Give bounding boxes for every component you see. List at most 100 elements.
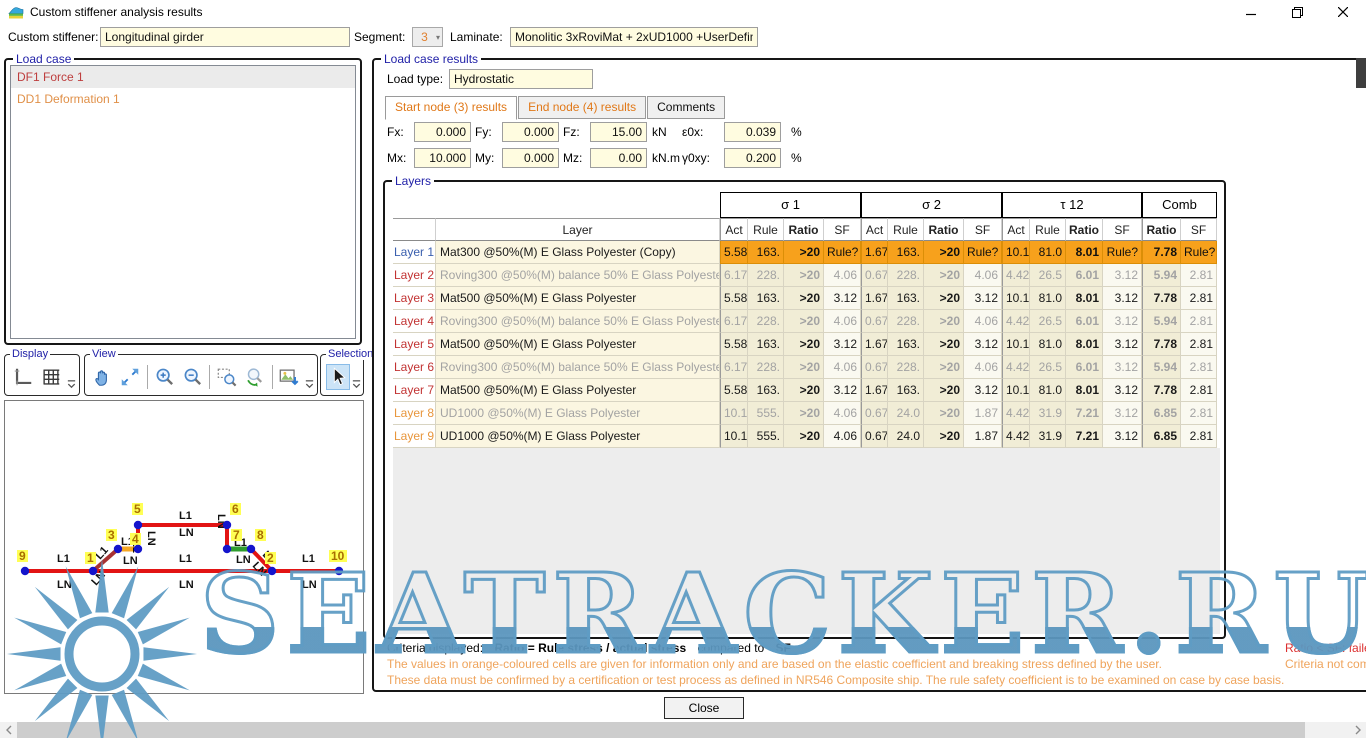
- criteria-clipped-note: Criteria not comp: [1285, 657, 1366, 671]
- column-header: SF: [1181, 218, 1217, 241]
- laminate-input[interactable]: [510, 27, 758, 47]
- value-cell: 1.67: [861, 379, 888, 402]
- layers-empty-area: [393, 448, 1220, 634]
- value-cell: 7.78: [1142, 241, 1181, 264]
- toolbar-overflow-button[interactable]: [351, 375, 362, 393]
- tab-end-node-4-results[interactable]: End node (4) results: [518, 96, 646, 119]
- value-cell: 163.: [748, 379, 784, 402]
- segment-label: LN: [145, 531, 157, 546]
- grid-icon[interactable]: [38, 364, 64, 390]
- force-field-input[interactable]: [502, 122, 559, 142]
- minimize-button[interactable]: [1228, 0, 1274, 24]
- column-header: SF: [1103, 218, 1142, 241]
- segment-select[interactable]: 3 ▾: [412, 27, 443, 47]
- value-cell: 163.: [748, 287, 784, 310]
- criteria-mid: compared to: [698, 641, 765, 655]
- table-row[interactable]: Layer 5Mat500 @50%(M) E Glass Polyester5…: [393, 333, 1217, 356]
- node-label: 4: [132, 532, 139, 546]
- table-row[interactable]: Layer 3Mat500 @50%(M) E Glass Polyester5…: [393, 287, 1217, 310]
- horizontal-scrollbar-thumb[interactable]: [17, 722, 1305, 738]
- value-cell: >20: [784, 425, 824, 448]
- force-field-input[interactable]: [590, 122, 647, 142]
- value-cell: 2.81: [1181, 402, 1217, 425]
- zoom-in-icon[interactable]: [152, 364, 178, 390]
- layer-label-cell: Layer 6: [393, 356, 436, 379]
- tab-comments[interactable]: Comments: [647, 96, 725, 119]
- strain-input[interactable]: [724, 122, 781, 142]
- force-row-1: Fx:Fy:Fz:kNε0x:%: [374, 122, 1366, 143]
- table-row[interactable]: Layer 7Mat500 @50%(M) E Glass Polyester5…: [393, 379, 1217, 402]
- table-row[interactable]: Layer 2Roving300 @50%(M) balance 50% E G…: [393, 264, 1217, 287]
- zoom-refresh-icon[interactable]: [242, 364, 268, 390]
- segment-label: LN: [57, 579, 72, 591]
- value-cell: 163.: [748, 333, 784, 356]
- value-cell: 163.: [888, 379, 924, 402]
- stiffener-section-canvas[interactable]: L1LNL1LNL1LNL1LNL1LNL1LNL1LNLNL1LNL1LN91…: [4, 400, 364, 694]
- table-row[interactable]: Layer 8UD1000 @50%(M) E Glass Polyester1…: [393, 402, 1217, 425]
- horizontal-scrollbar[interactable]: [0, 722, 1366, 738]
- vertical-scrollbar-thumb[interactable]: [1356, 58, 1366, 88]
- value-cell: 0.67: [861, 264, 888, 287]
- strain-input[interactable]: [724, 148, 781, 168]
- node-dot: [268, 567, 276, 575]
- results-tabstrip: Start node (3) resultsEnd node (4) resul…: [385, 96, 726, 120]
- node-label: 8: [257, 528, 264, 542]
- value-cell: >20: [924, 241, 964, 264]
- value-cell: 7.21: [1066, 402, 1103, 425]
- zoom-extents-icon[interactable]: [118, 364, 144, 390]
- scroll-right-arrow-icon[interactable]: [1349, 722, 1366, 738]
- table-row[interactable]: Layer 1Mat300 @50%(M) E Glass Polyester …: [393, 241, 1217, 264]
- load-type-input[interactable]: [449, 69, 593, 89]
- table-row[interactable]: Layer 6Roving300 @50%(M) balance 50% E G…: [393, 356, 1217, 379]
- restore-button[interactable]: [1274, 0, 1320, 24]
- node-label: 7: [233, 528, 240, 542]
- export-image-icon[interactable]: [277, 364, 303, 390]
- selection-toolbar: Selection: [320, 354, 364, 396]
- force-field-input[interactable]: [414, 148, 471, 168]
- value-cell: 2.81: [1181, 425, 1217, 448]
- load-case-item[interactable]: DF1 Force 1: [11, 66, 355, 88]
- force-field-input[interactable]: [502, 148, 559, 168]
- value-cell: 8.01: [1066, 333, 1103, 356]
- axes-icon[interactable]: [10, 364, 36, 390]
- custom-stiffener-input[interactable]: [100, 27, 350, 47]
- display-toolbar-buttons: [9, 360, 77, 393]
- toolbar-overflow-button[interactable]: [303, 375, 315, 393]
- value-cell: 3.12: [824, 379, 861, 402]
- close-window-button[interactable]: [1320, 0, 1366, 24]
- value-cell: >20: [784, 356, 824, 379]
- load-case-list[interactable]: DF1 Force 1DD1 Deformation 1: [10, 65, 356, 339]
- value-cell: Rule?: [964, 241, 1002, 264]
- force-field-input[interactable]: [590, 148, 647, 168]
- value-cell: 3.12: [1103, 379, 1142, 402]
- value-cell: 6.85: [1142, 402, 1181, 425]
- value-cell: >20: [784, 402, 824, 425]
- force-field-label: Mz:: [563, 148, 582, 168]
- zoom-out-icon[interactable]: [180, 364, 206, 390]
- display-toolbar-title: Display: [10, 348, 50, 360]
- value-cell: >20: [924, 333, 964, 356]
- value-cell: 81.0: [1030, 241, 1066, 264]
- tab-start-node-3-results[interactable]: Start node (3) results: [385, 96, 517, 120]
- zoom-window-icon[interactable]: [214, 364, 240, 390]
- table-row[interactable]: Layer 4Roving300 @50%(M) balance 50% E G…: [393, 310, 1217, 333]
- node-dot: [89, 567, 97, 575]
- table-row[interactable]: Layer 9UD1000 @50%(M) E Glass Polyester1…: [393, 425, 1217, 448]
- segment-label: LN: [302, 579, 317, 591]
- force-field-input[interactable]: [414, 122, 471, 142]
- value-cell: 4.06: [824, 402, 861, 425]
- value-cell: 4.42: [1002, 402, 1030, 425]
- force-field-label: My:: [475, 148, 494, 168]
- column-header: Act: [861, 218, 888, 241]
- select-arrow-icon[interactable]: [326, 364, 350, 390]
- pan-hand-icon[interactable]: [90, 364, 116, 390]
- scroll-left-arrow-icon[interactable]: [0, 722, 17, 738]
- value-cell: 163.: [888, 333, 924, 356]
- value-cell: 1.87: [964, 425, 1002, 448]
- layer-label-cell: Layer 4: [393, 310, 436, 333]
- toolbar-overflow-button[interactable]: [65, 375, 77, 393]
- value-cell: 7.78: [1142, 379, 1181, 402]
- load-case-item[interactable]: DD1 Deformation 1: [11, 88, 355, 110]
- close-button[interactable]: Close: [664, 697, 744, 719]
- column-header: Rule: [888, 218, 924, 241]
